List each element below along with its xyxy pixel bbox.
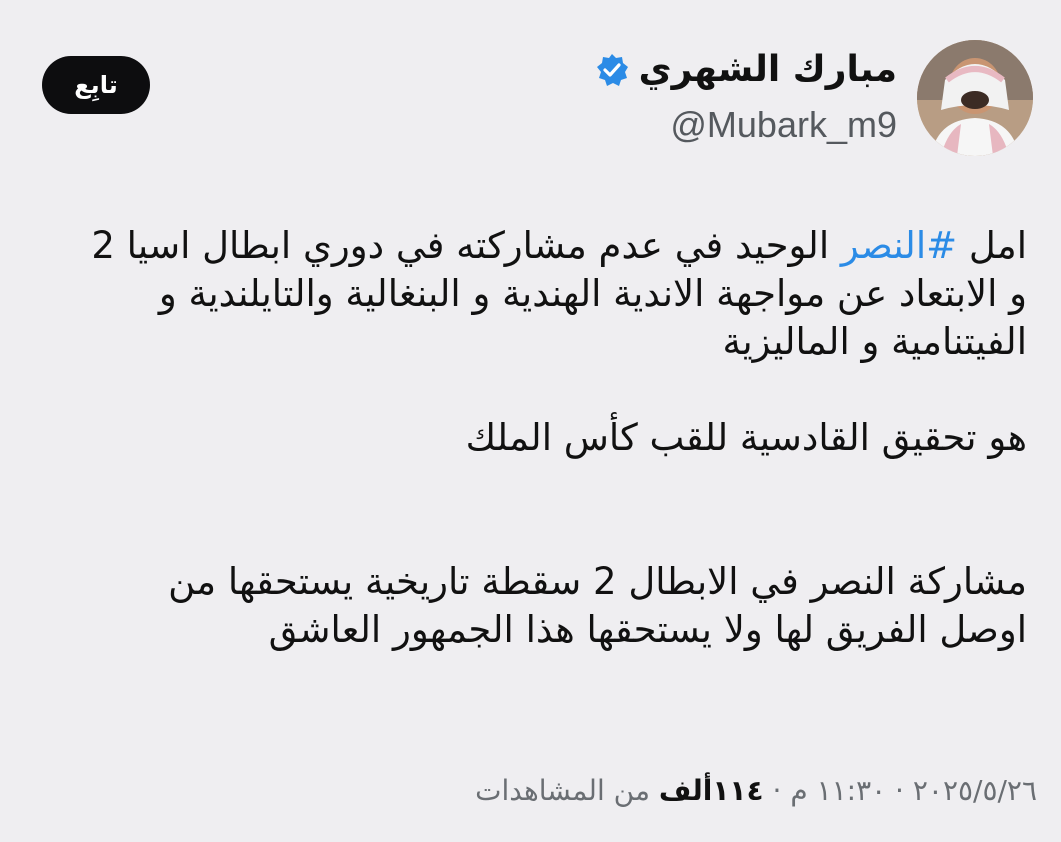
author-handle[interactable]: @Mubark_m9 — [595, 104, 897, 146]
tweet-text: امل #النصر الوحيد في عدم مشاركته في دوري… — [27, 222, 1027, 654]
tweet-line: اوصل الفريق لها ولا يستحقها هذا الجمهور … — [268, 608, 1027, 651]
display-name-row: مبارك الشهري — [595, 46, 897, 94]
tweet-date[interactable]: ٢٠٢٥/٥/٢٦ — [913, 774, 1037, 807]
tweet-text-segment: امل — [957, 224, 1027, 267]
hashtag-link[interactable]: #النصر — [841, 224, 957, 267]
author-info: مبارك الشهري @Mubark_m9 — [595, 46, 897, 146]
tweet-meta: ٢٠٢٥/٥/٢٦ · ١١:٣٠ م · ١١٤ألف من المشاهدا… — [475, 774, 1037, 807]
tweet-line: و الابتعاد عن مواجهة الاندية الهندية و ا… — [158, 272, 1027, 315]
meta-separator: · — [763, 774, 791, 807]
verified-badge-icon — [596, 54, 628, 86]
tweet-line: مشاركة النصر في الابطال 2 سقطة تاريخية ي… — [168, 560, 1027, 603]
tweet-line: هو تحقيق القادسية للقب كأس الملك — [465, 416, 1027, 459]
tweet-line: امل #النصر الوحيد في عدم مشاركته في دوري… — [27, 222, 1027, 270]
tweet-header: مبارك الشهري @Mubark_m9 تابِع — [0, 38, 1061, 168]
views-count[interactable]: ١١٤ألف — [659, 774, 764, 807]
meta-separator: · — [886, 774, 913, 807]
display-name[interactable]: مبارك الشهري — [639, 46, 897, 94]
views-label: من المشاهدات — [475, 774, 659, 807]
tweet-line: الفيتنامية و الماليزية — [722, 320, 1027, 363]
tweet-text-segment: الوحيد في عدم مشاركته في دوري ابطال اسيا… — [91, 224, 841, 267]
avatar[interactable] — [917, 40, 1033, 156]
tweet-time[interactable]: ١١:٣٠ م — [790, 774, 886, 807]
avatar-image — [917, 40, 1033, 156]
follow-button[interactable]: تابِع — [42, 56, 150, 114]
